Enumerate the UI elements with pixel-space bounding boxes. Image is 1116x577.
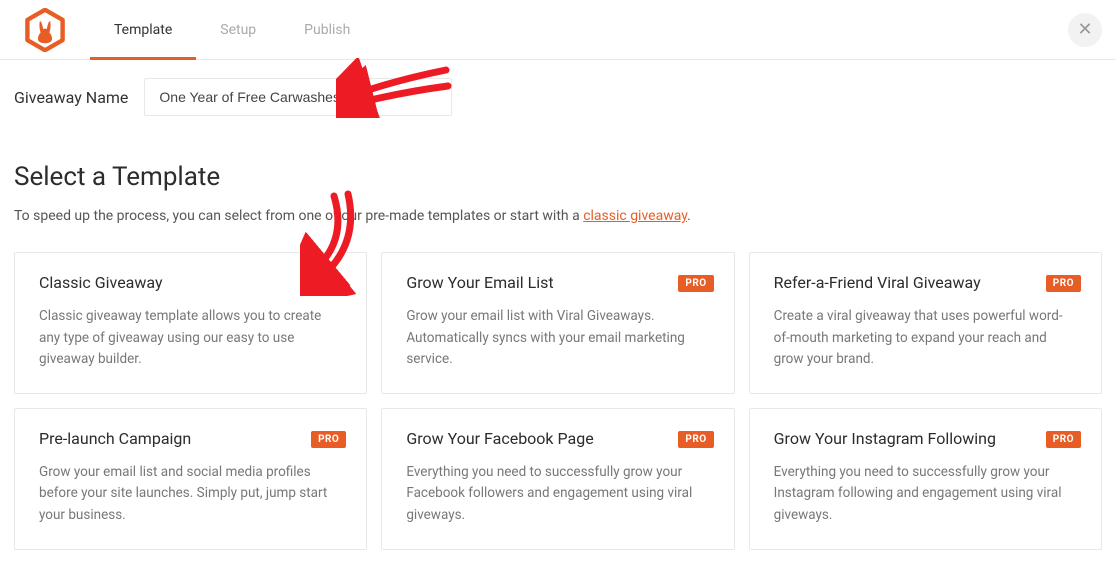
card-instagram[interactable]: PRO Grow Your Instagram Following Everyt…: [749, 408, 1102, 550]
card-facebook[interactable]: PRO Grow Your Facebook Page Everything y…: [381, 408, 734, 550]
close-icon: ✕: [1077, 19, 1092, 40]
tab-template[interactable]: Template: [90, 0, 196, 59]
tab-label: Template: [114, 22, 172, 38]
card-title: Grow Your Instagram Following: [774, 429, 1077, 448]
template-grid: Classic Giveaway Classic giveaway templa…: [14, 252, 1102, 550]
top-bar: Template Setup Publish ✕: [0, 0, 1116, 60]
card-title: Grow Your Facebook Page: [406, 429, 709, 448]
giveaway-name-label: Giveaway Name: [14, 88, 128, 107]
classic-giveaway-link[interactable]: classic giveaway: [583, 208, 687, 224]
subtitle-suffix: .: [687, 208, 691, 224]
card-desc: Grow your email list and social media pr…: [39, 462, 342, 527]
pro-badge: PRO: [311, 431, 346, 448]
tabs: Template Setup Publish: [90, 0, 374, 59]
card-desc: Classic giveaway template allows you to …: [39, 306, 342, 371]
card-title: Grow Your Email List: [406, 273, 709, 292]
tab-publish[interactable]: Publish: [280, 0, 374, 59]
card-classic-giveaway[interactable]: Classic Giveaway Classic giveaway templa…: [14, 252, 367, 394]
card-prelaunch[interactable]: PRO Pre-launch Campaign Grow your email …: [14, 408, 367, 550]
subtitle-text: To speed up the process, you can select …: [14, 208, 583, 224]
card-title: Refer-a-Friend Viral Giveaway: [774, 273, 1077, 292]
pro-badge: PRO: [678, 431, 713, 448]
app-logo: [0, 8, 90, 52]
main-content: Select a Template To speed up the proces…: [0, 134, 1116, 550]
tab-setup[interactable]: Setup: [196, 0, 280, 59]
pro-badge: PRO: [1046, 431, 1081, 448]
card-title: Classic Giveaway: [39, 273, 342, 292]
giveaway-name-input[interactable]: [144, 78, 452, 116]
card-desc: Everything you need to successfully grow…: [774, 462, 1077, 527]
card-desc: Create a viral giveaway that uses powerf…: [774, 306, 1077, 371]
card-desc: Grow your email list with Viral Giveaway…: [406, 306, 709, 371]
rabbit-logo-icon: [23, 8, 67, 52]
card-desc: Everything you need to successfully grow…: [406, 462, 709, 527]
section-title: Select a Template: [14, 162, 1102, 192]
section-subtitle: To speed up the process, you can select …: [14, 208, 1102, 224]
tab-label: Setup: [220, 22, 256, 38]
pro-badge: PRO: [1046, 275, 1081, 292]
card-title: Pre-launch Campaign: [39, 429, 342, 448]
card-grow-email-list[interactable]: PRO Grow Your Email List Grow your email…: [381, 252, 734, 394]
tab-label: Publish: [304, 22, 350, 38]
card-refer-friend[interactable]: PRO Refer-a-Friend Viral Giveaway Create…: [749, 252, 1102, 394]
pro-badge: PRO: [678, 275, 713, 292]
close-button[interactable]: ✕: [1068, 13, 1102, 47]
giveaway-name-row: Giveaway Name: [0, 60, 1116, 134]
